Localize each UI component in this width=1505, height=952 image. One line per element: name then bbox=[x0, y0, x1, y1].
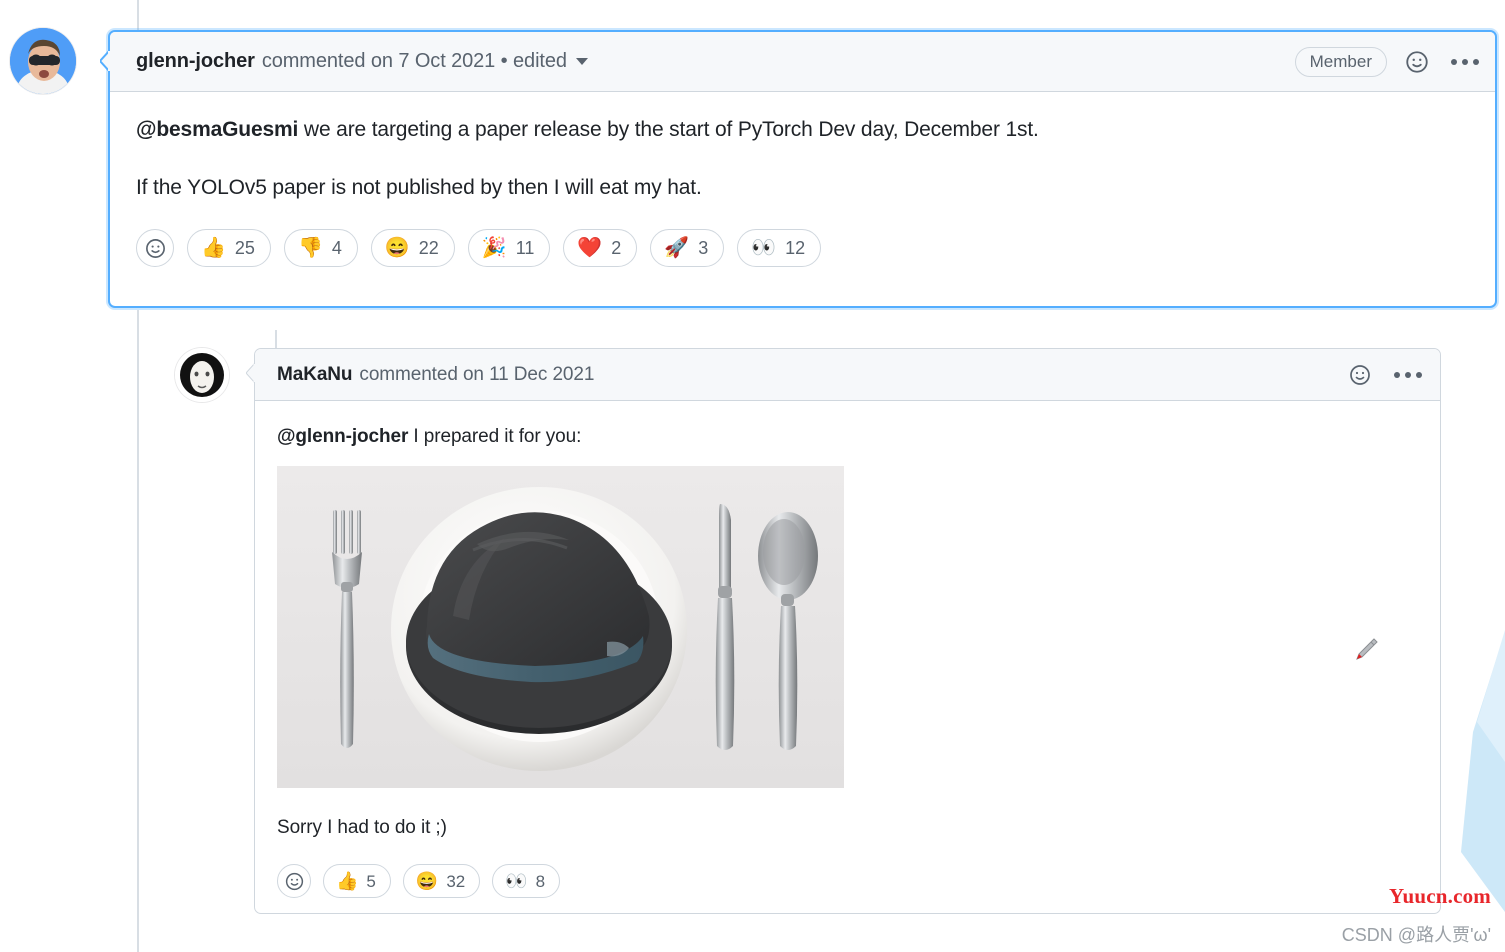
reaction-count: 12 bbox=[785, 238, 806, 258]
reaction-count: 32 bbox=[446, 871, 466, 891]
comment-card-glenn-jocher: glenn-jocher commented on 7 Oct 2021 • e… bbox=[100, 30, 1497, 308]
reaction-thumbs-up[interactable]: 👍 5 bbox=[323, 864, 391, 898]
comment-author[interactable]: glenn-jocher bbox=[136, 50, 255, 73]
laugh-icon: 😄 bbox=[415, 871, 439, 891]
reaction-thumbs-down[interactable]: 👎 4 bbox=[283, 229, 358, 267]
comment-timestamp: commented on 7 Oct 2021 • edited bbox=[261, 50, 567, 72]
timeline-rail-top bbox=[137, 0, 139, 30]
thumbs-up-icon: 👍 bbox=[201, 237, 226, 259]
comment-header: MaKaNu commented on 11 Dec 2021 bbox=[255, 349, 1440, 401]
paragraph-text: we are targeting a paper release by the … bbox=[298, 118, 1039, 141]
watermark-csdn: CSDN @路人贾'ω' bbox=[1341, 925, 1491, 945]
paragraph-text: I prepared it for you: bbox=[408, 426, 582, 447]
chevron-down-icon[interactable] bbox=[575, 58, 588, 65]
reaction-rocket[interactable]: 🚀 3 bbox=[650, 229, 725, 267]
reaction-count: 5 bbox=[366, 871, 376, 891]
thumbs-down-icon: 👎 bbox=[297, 237, 323, 259]
kebab-menu-icon[interactable] bbox=[1392, 368, 1424, 382]
reaction-count: 8 bbox=[535, 871, 546, 891]
reaction-count: 11 bbox=[515, 238, 535, 258]
reaction-count: 2 bbox=[611, 238, 622, 258]
reaction-laugh[interactable]: 😄 32 bbox=[402, 864, 481, 898]
rocket-icon: 🚀 bbox=[664, 237, 690, 259]
add-reaction-icon[interactable] bbox=[1403, 48, 1431, 76]
reaction-thumbs-up[interactable]: 👍 25 bbox=[187, 229, 271, 267]
comment-paragraph: @besmaGuesmi we are targeting a paper re… bbox=[136, 114, 1469, 146]
paragraph-text: Sorry I had to do it ;) bbox=[277, 816, 447, 838]
timeline-rail-middle bbox=[137, 310, 139, 952]
reaction-hooray[interactable]: 🎉 11 bbox=[467, 229, 551, 267]
reaction-count: 3 bbox=[698, 238, 709, 258]
avatar-makanu[interactable] bbox=[175, 348, 229, 402]
user-mention[interactable]: @glenn-jocher bbox=[277, 426, 408, 447]
comment-pointer-arrow bbox=[100, 50, 110, 72]
reaction-bar: 👍 5 😄 32 👀 8 bbox=[255, 864, 1440, 898]
eyes-icon: 👀 bbox=[751, 237, 777, 259]
smiley-icon[interactable] bbox=[277, 864, 311, 898]
reaction-count: 22 bbox=[418, 238, 439, 258]
comment-paragraph: @glenn-jocher I prepared it for you: bbox=[277, 423, 1418, 452]
eyes-icon: 👀 bbox=[505, 871, 528, 891]
watermark-yuucn: Yuucn.com bbox=[1389, 884, 1491, 908]
heart-icon: ❤️ bbox=[577, 237, 603, 259]
thumbs-up-icon: 👍 bbox=[336, 871, 359, 891]
comment-timestamp: commented on 11 Dec 2021 bbox=[359, 363, 595, 385]
reaction-laugh[interactable]: 😄 22 bbox=[370, 229, 455, 267]
comment-pointer-arrow bbox=[246, 363, 255, 383]
reaction-heart[interactable]: ❤️ 2 bbox=[563, 229, 638, 267]
add-reaction-icon[interactable] bbox=[1346, 361, 1374, 389]
reaction-count: 25 bbox=[234, 238, 255, 258]
comment-author[interactable]: MaKaNu bbox=[277, 364, 353, 386]
user-mention[interactable]: @besmaGuesmi bbox=[136, 118, 298, 141]
reaction-count: 4 bbox=[331, 238, 342, 258]
comment-paragraph: Sorry I had to do it ;) bbox=[277, 814, 1418, 843]
comment-paragraph: If the YOLOv5 paper is not published by … bbox=[136, 172, 1469, 204]
reaction-bar: 👍 25 👎 4 😄 22 🎉 11 ❤️ 2 🚀 3 👀 12 bbox=[110, 229, 1495, 267]
paragraph-text: If the YOLOv5 paper is not published by … bbox=[136, 175, 702, 199]
reaction-eyes[interactable]: 👀 8 bbox=[492, 864, 561, 898]
comment-body: @glenn-jocher I prepared it for you: Sor… bbox=[255, 401, 1440, 842]
status-badge-member: Member bbox=[1294, 46, 1387, 77]
comment-header: glenn-jocher commented on 7 Oct 2021 • e… bbox=[110, 32, 1495, 92]
kebab-menu-icon[interactable] bbox=[1449, 55, 1481, 69]
smiley-icon[interactable] bbox=[136, 229, 174, 267]
avatar-glenn-jocher[interactable] bbox=[10, 28, 76, 94]
reaction-eyes[interactable]: 👀 12 bbox=[737, 229, 822, 267]
comment-card-makanu: MaKaNu commented on 11 Dec 2021 @glenn-j… bbox=[246, 348, 1441, 914]
pen-cursor-icon bbox=[1353, 636, 1379, 662]
screenshot-root: glenn-jocher commented on 7 Oct 2021 • e… bbox=[0, 0, 1505, 952]
comment-body: @besmaGuesmi we are targeting a paper re… bbox=[110, 92, 1495, 203]
attached-image-hat-on-plate[interactable] bbox=[277, 465, 844, 788]
laugh-icon: 😄 bbox=[384, 237, 410, 259]
party-popper-icon: 🎉 bbox=[481, 237, 507, 259]
